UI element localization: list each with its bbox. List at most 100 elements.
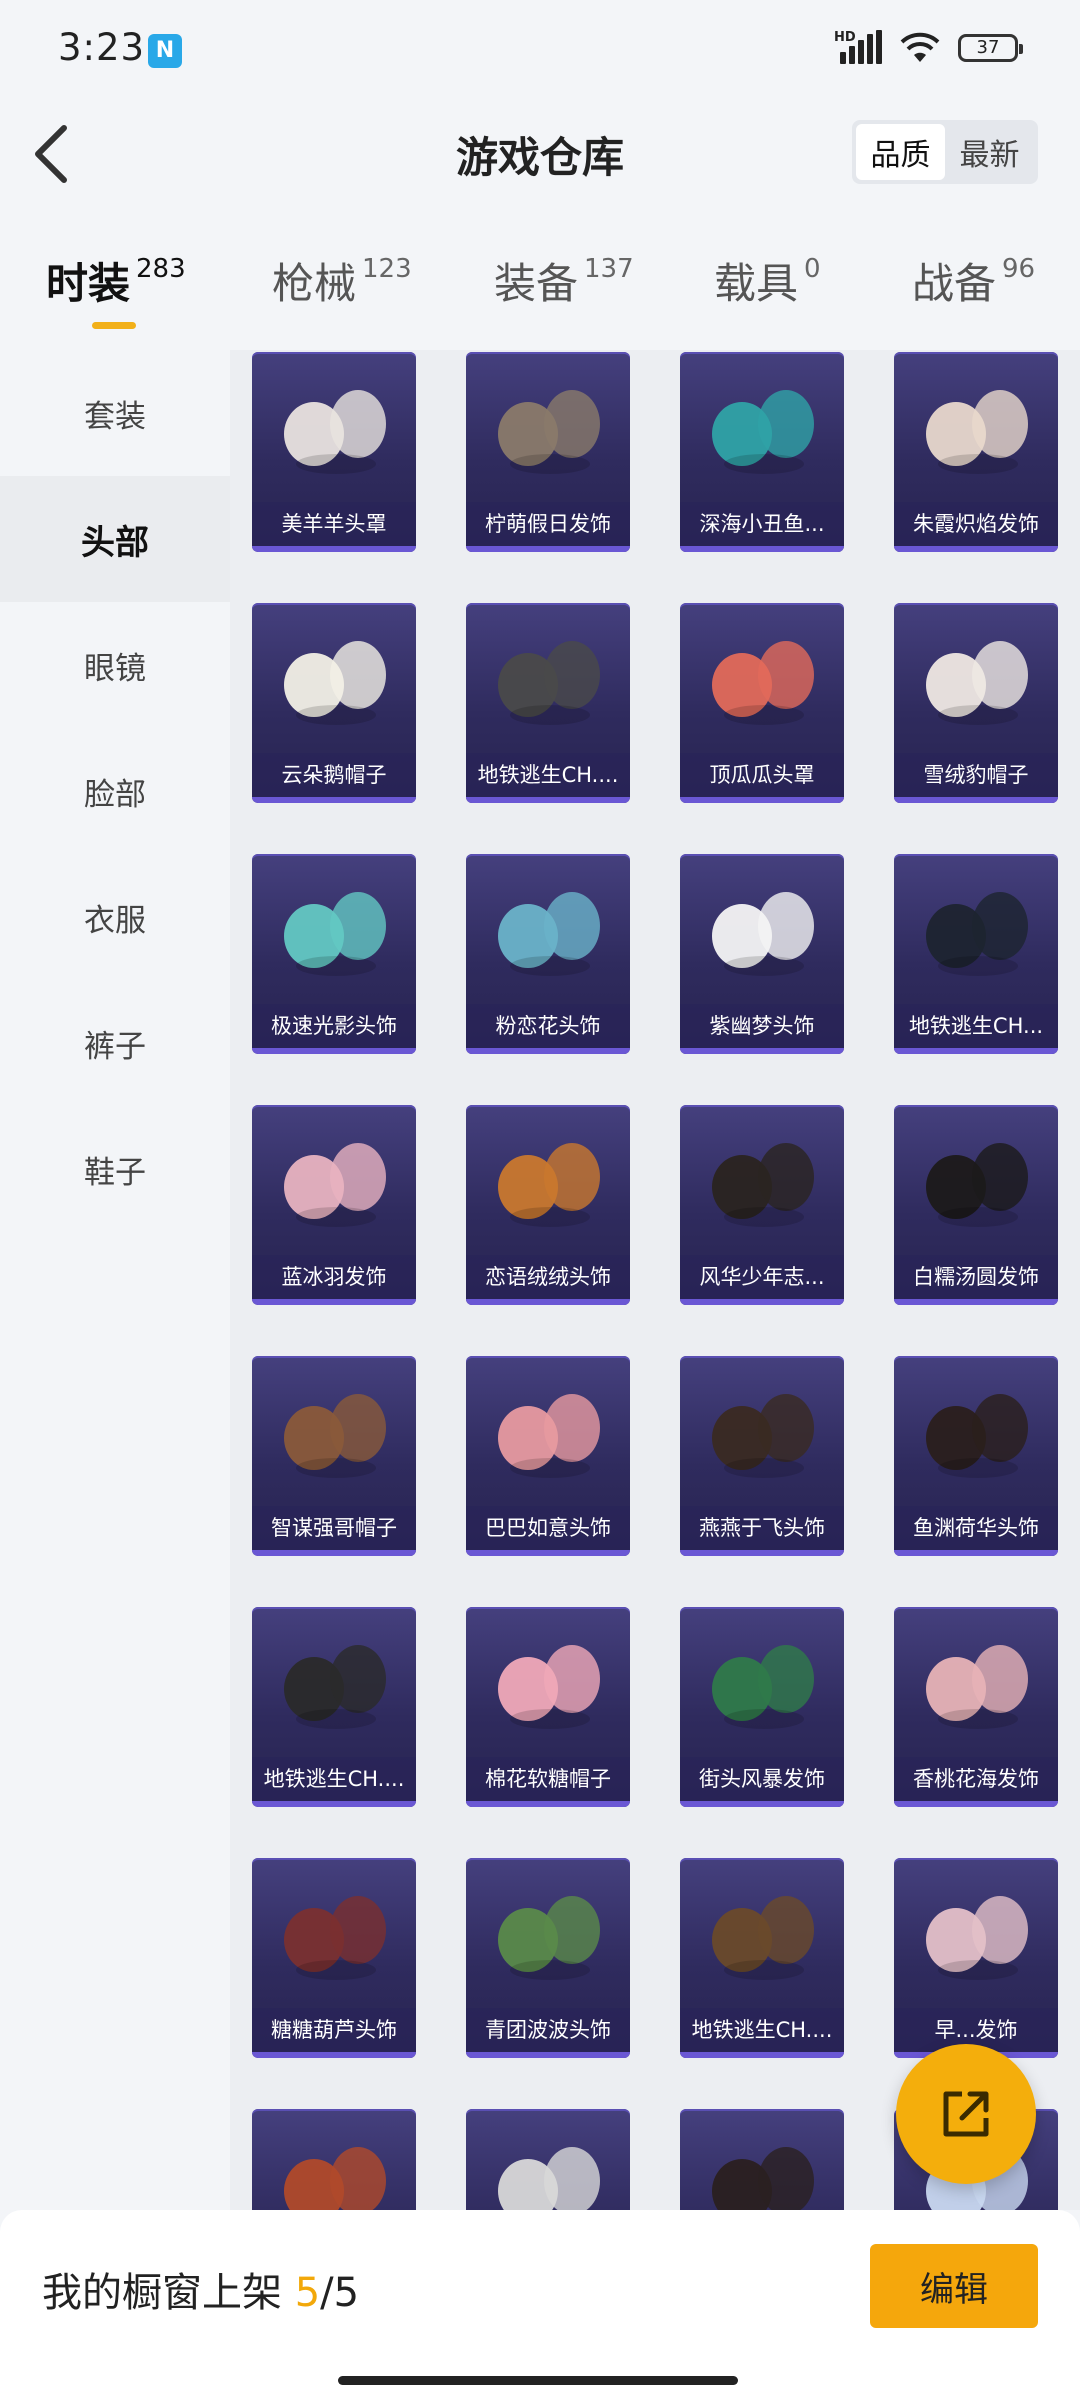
sidebar-item-suit[interactable]: 套装 <box>0 350 230 476</box>
tab-supplies[interactable]: 战备 96 <box>912 250 1035 311</box>
tab-count: 137 <box>584 254 634 284</box>
item-card[interactable]: 香桃花海发饰 <box>894 1607 1058 1807</box>
item-name: 朱霞炽焰发饰 <box>894 502 1058 546</box>
tab-guns[interactable]: 枪械 123 <box>272 250 412 311</box>
item-card[interactable]: 深海小丑鱼... <box>680 352 844 552</box>
item-card[interactable]: 早...发饰 <box>894 1858 1058 2058</box>
hair-icon <box>712 390 814 474</box>
item-name: 白糯汤圆发饰 <box>894 1255 1058 1299</box>
item-card[interactable]: 糖糖葫芦头饰 <box>252 1858 416 2058</box>
sidebar-item-glasses[interactable]: 眼镜 <box>0 602 230 728</box>
hair-icon <box>284 1896 386 1980</box>
item-name: 地铁逃生CH... <box>894 1004 1058 1048</box>
hair-icon <box>926 1896 1028 1980</box>
sidebar-item-head[interactable]: 头部 <box>0 476 230 602</box>
system-icons: HD 37 <box>834 28 1023 68</box>
item-card[interactable]: 紫幽梦头饰 <box>680 854 844 1054</box>
tab-count: 0 <box>804 254 821 284</box>
item-name: 雪绒豹帽子 <box>894 753 1058 797</box>
item-name: 紫幽梦头饰 <box>680 1004 844 1048</box>
hair-icon <box>712 1645 814 1729</box>
item-card[interactable]: 雪绒豹帽子 <box>894 603 1058 803</box>
cap-icon <box>926 892 1028 976</box>
item-card[interactable]: 地铁逃生CH... <box>894 854 1058 1054</box>
sort-latest-option[interactable]: 最新 <box>945 124 1034 180</box>
item-card[interactable]: 地铁逃生CH.... <box>680 1858 844 2058</box>
item-card[interactable]: 顶瓜瓜头罩 <box>680 603 844 803</box>
item-name: 蓝冰羽发饰 <box>252 1255 416 1299</box>
sidebar-item-face[interactable]: 脸部 <box>0 728 230 854</box>
cap-icon <box>284 1645 386 1729</box>
hair-icon <box>498 390 600 474</box>
tab-count: 96 <box>1002 254 1036 284</box>
item-card[interactable]: 风华少年志... <box>680 1105 844 1305</box>
tab-vehicles[interactable]: 载具 0 <box>714 250 821 311</box>
sort-toggle[interactable]: 品质 最新 <box>852 120 1038 184</box>
item-card[interactable]: 恋语绒绒头饰 <box>466 1105 630 1305</box>
item-name: 顶瓜瓜头罩 <box>680 753 844 797</box>
hair-icon <box>926 1645 1028 1729</box>
item-card[interactable]: 巴巴如意头饰 <box>466 1356 630 1556</box>
item-card[interactable]: 朱霞炽焰发饰 <box>894 352 1058 552</box>
tab-label: 战备 <box>912 259 997 308</box>
item-card[interactable]: 美羊羊头罩 <box>252 352 416 552</box>
tab-equipment[interactable]: 装备 137 <box>494 250 634 311</box>
bucket-hat-icon <box>498 641 600 725</box>
bottom-bar: 我的橱窗上架 5/5 编辑 <box>0 2210 1080 2400</box>
item-card[interactable]: 柠萌假日发饰 <box>466 352 630 552</box>
item-card[interactable]: 棉花软糖帽子 <box>466 1607 630 1807</box>
sidebar-item-shoes[interactable]: 鞋子 <box>0 1106 230 1232</box>
item-name: 地铁逃生CH.... <box>466 753 630 797</box>
item-card[interactable]: 街头风暴发饰 <box>680 1607 844 1807</box>
signal-icon: HD <box>834 30 882 66</box>
item-name: 深海小丑鱼... <box>680 502 844 546</box>
item-card[interactable]: 极速光影头饰 <box>252 854 416 1054</box>
item-card[interactable]: 粉恋花头饰 <box>466 854 630 1054</box>
hair-icon <box>498 1394 600 1478</box>
item-name: 美羊羊头罩 <box>252 502 416 546</box>
hair-icon <box>498 892 600 976</box>
item-card[interactable]: 燕燕于飞头饰 <box>680 1356 844 1556</box>
item-card[interactable]: 地铁逃生CH.... <box>466 603 630 803</box>
wifi-icon <box>900 32 940 62</box>
item-card[interactable]: 鱼渊荷华头饰 <box>894 1356 1058 1556</box>
tab-label: 时装 <box>46 259 131 308</box>
active-tab-indicator <box>92 322 136 329</box>
item-card[interactable]: 云朵鹅帽子 <box>252 603 416 803</box>
hair-icon <box>926 1394 1028 1478</box>
battery-icon: 37 <box>958 34 1023 62</box>
character-head-icon <box>284 1394 386 1478</box>
sidebar-item-clothes[interactable]: 衣服 <box>0 854 230 980</box>
network-type-label: HD <box>834 30 856 45</box>
item-name: 云朵鹅帽子 <box>252 753 416 797</box>
tab-label: 装备 <box>494 259 579 308</box>
item-card[interactable]: 智谋强哥帽子 <box>252 1356 416 1556</box>
item-card[interactable]: 青团波波头饰 <box>466 1858 630 2058</box>
tab-label: 枪械 <box>272 259 357 308</box>
tab-count: 123 <box>362 254 412 284</box>
item-card[interactable]: 白糯汤圆发饰 <box>894 1105 1058 1305</box>
item-name: 糖糖葫芦头饰 <box>252 2008 416 2052</box>
item-name: 极速光影头饰 <box>252 1004 416 1048</box>
goose-hat-icon <box>284 641 386 725</box>
item-card[interactable]: 蓝冰羽发饰 <box>252 1105 416 1305</box>
edit-button[interactable]: 编辑 <box>870 2244 1038 2328</box>
item-name: 智谋强哥帽子 <box>252 1506 416 1550</box>
item-name: 粉恋花头饰 <box>466 1004 630 1048</box>
hair-icon <box>926 641 1028 725</box>
hair-icon <box>498 1896 600 1980</box>
hair-icon <box>926 1143 1028 1227</box>
share-button[interactable] <box>896 2044 1036 2184</box>
sort-quality-option[interactable]: 品质 <box>856 124 945 180</box>
tab-fashion[interactable]: 时装 283 <box>46 250 186 311</box>
item-card[interactable]: 地铁逃生CH.... <box>252 1607 416 1807</box>
showcase-current: 5 <box>294 2270 321 2316</box>
home-indicator[interactable] <box>338 2376 738 2385</box>
sidebar-item-pants[interactable]: 裤子 <box>0 980 230 1106</box>
item-name: 巴巴如意头饰 <box>466 1506 630 1550</box>
subcategory-sidebar: 套装 头部 眼镜 脸部 衣服 裤子 鞋子 <box>0 350 230 2210</box>
share-icon <box>943 2091 989 2137</box>
item-name: 香桃花海发饰 <box>894 1757 1058 1801</box>
nfc-icon <box>148 34 182 68</box>
showcase-label: 我的橱窗上架 <box>42 2270 282 2316</box>
